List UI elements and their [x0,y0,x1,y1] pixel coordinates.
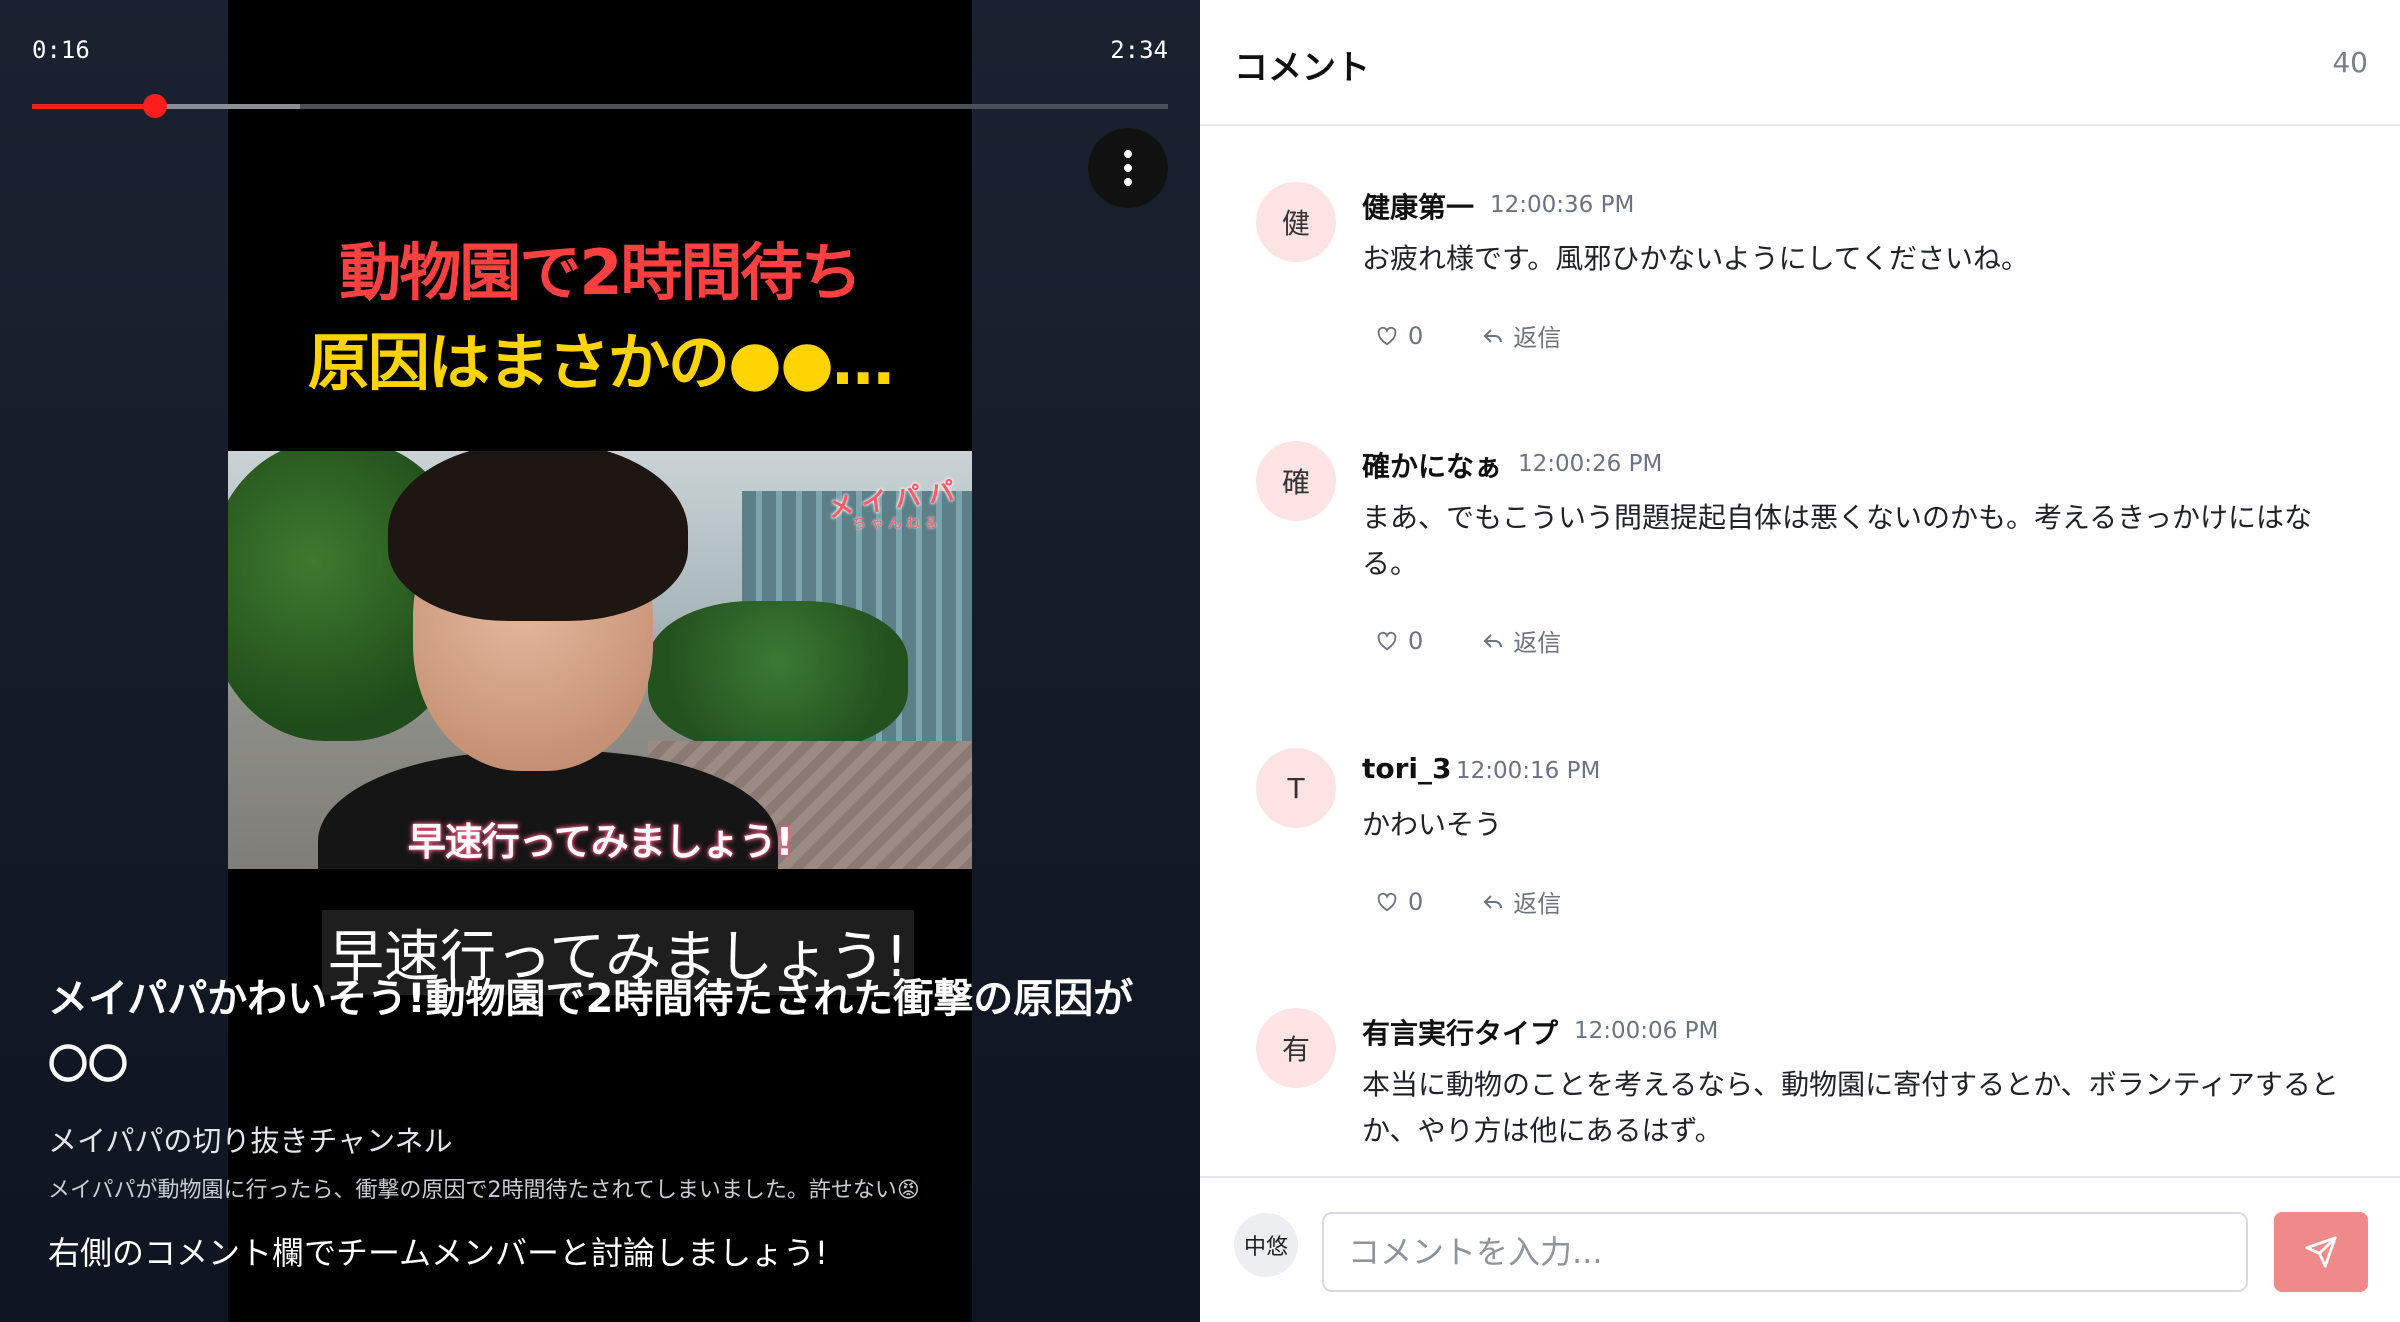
progress-bar[interactable] [32,94,1168,118]
send-button[interactable] [2274,1212,2368,1292]
thumbnail-headline-2: 原因はまさかの●●… [307,326,894,399]
comment-time: 12:00:36 PM [1490,192,1635,218]
comments-count: 40 [2332,46,2368,79]
comment-time: 12:00:06 PM [1574,1018,1719,1044]
comment-body: 本当に動物のことを考えるなら、動物園に寄付するとか、ボランティアするとか、やり方… [1362,1068,2339,1147]
comment-author[interactable]: 健康第一 [1362,186,1474,226]
heart-icon [1377,892,1397,911]
reply-icon [1483,328,1503,343]
comment-composer: 中悠 [1200,1176,2400,1322]
trees-graphic [648,601,908,751]
more-vertical-icon [1124,150,1132,186]
comment-time: 12:00:26 PM [1518,451,1663,477]
reply-button[interactable]: 返信 [1483,318,1561,353]
comments-panel: コメント 40 健 健康第一 12:00:36 PM お疲れ様です。風邪ひかない… [1200,0,2400,1322]
time-current: 0:16 [32,36,90,64]
thumbnail-subtitle: 早速行ってみましょう! [407,820,793,864]
send-icon [2305,1236,2337,1268]
video-title: メイパパかわいそう!動物園で2時間待たされた衝撃の原因が〇〇 [48,976,1134,1088]
like-button[interactable]: 0 [1376,623,1423,658]
heart-icon [1377,326,1397,345]
avatar[interactable]: 確 [1256,441,1336,521]
reply-button[interactable]: 返信 [1483,884,1561,919]
comment-actions: 0 返信 [1376,884,1561,919]
comment-item: T tori_3 12:00:16 PM かわいそう 0 返信 [1256,748,2366,928]
reply-label: 返信 [1513,629,1562,657]
video-description: メイパパが動物園に行ったら、衝撃の原因で2時間待たされてしまいました。許せない😡 [48,1178,920,1203]
reply-label: 返信 [1513,890,1562,918]
comment-body: お疲れ様です。風邪ひかないようにしてくださいね。 [1362,242,2029,275]
channel-name[interactable]: メイパパの切り抜きチャンネル [48,1118,453,1160]
like-count: 0 [1408,626,1424,655]
more-options-button[interactable] [1088,128,1168,208]
avatar[interactable]: 有 [1256,1008,1336,1088]
comment-actions: 0 返信 [1376,318,1561,353]
comment-actions: 0 返信 [1376,623,1561,658]
comment-item: 確 確かになぁ 12:00:26 PM まあ、でもこういう問題提起自体は悪くない… [1256,441,2366,671]
reply-label: 返信 [1513,324,1562,352]
time-total: 2:34 [1110,36,1168,64]
like-count: 0 [1408,887,1424,916]
thumbnail-headline-1: 動物園で2時間待ち [339,236,862,309]
reply-icon [1483,633,1503,648]
comment-item: 健 健康第一 12:00:36 PM お疲れ様です。風邪ひかないようにしてくださ… [1256,182,2366,382]
comment-body: まあ、でもこういう問題提起自体は悪くないのかも。考えるきっかけにはなる。 [1362,501,2313,580]
comment-time: 12:00:16 PM [1456,758,1601,784]
comment-input[interactable] [1322,1212,2248,1292]
comment-author[interactable]: 有言実行タイプ [1362,1012,1558,1052]
avatar[interactable]: T [1256,748,1336,828]
progress-scrubber-knob[interactable] [142,94,167,118]
comment-author[interactable]: tori_3 [1362,752,1452,785]
like-button[interactable]: 0 [1376,884,1423,919]
person-hair-graphic [388,451,688,621]
reply-button[interactable]: 返信 [1483,623,1561,658]
progress-played [32,104,155,109]
comment-body: かわいそう [1362,808,1503,841]
comments-title: コメント [1234,48,1370,88]
comment-author[interactable]: 確かになぁ [1362,445,1502,485]
thumbnail-photo: メイパパ ちゃんねる 早速行ってみましょう! [228,451,972,869]
like-count: 0 [1408,321,1424,350]
heart-icon [1377,631,1397,650]
like-button[interactable]: 0 [1376,318,1423,353]
discussion-prompt: 右側のコメント欄でチームメンバーと討論しましょう! [48,1234,828,1272]
avatar[interactable]: 健 [1256,182,1336,262]
my-avatar[interactable]: 中悠 [1234,1213,1298,1277]
reply-icon [1483,894,1503,909]
video-panel: 動物園で2時間待ち 原因はまさかの●●… メイパパ ちゃんねる 早速行ってみまし… [0,0,1200,1322]
thumbnail-watermark-sub: ちゃんねる [852,516,942,532]
comments-header: コメント 40 [1200,0,2400,126]
comment-item: 有 有言実行タイプ 12:00:06 PM 本当に動物のことを考えるなら、動物園… [1256,1008,2366,1168]
